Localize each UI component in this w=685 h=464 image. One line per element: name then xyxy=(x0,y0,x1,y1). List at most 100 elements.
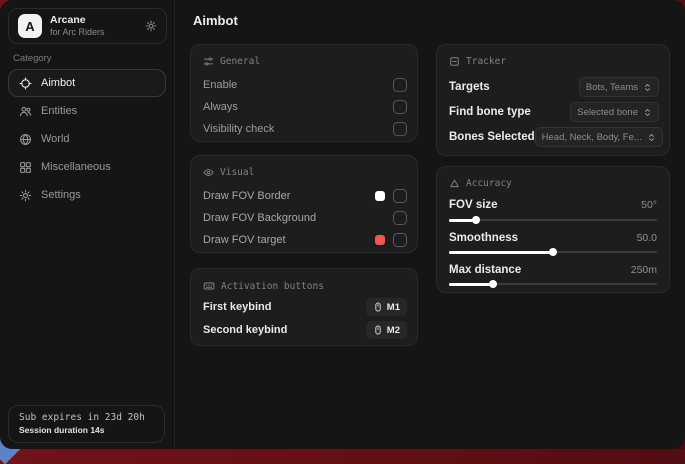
app-logo: A xyxy=(18,14,42,38)
fov-size-row: FOV size 50° xyxy=(449,198,657,212)
row-label: Draw FOV Background xyxy=(203,212,316,224)
desktop: { "app": { "logo_letter": "A", "name": "… xyxy=(0,0,685,449)
smoothness-row: Smoothness 50.0 xyxy=(449,231,657,245)
mouse-icon xyxy=(373,302,383,312)
row-label: Visibility check xyxy=(203,123,274,135)
second-keybind-button[interactable]: M2 xyxy=(366,321,407,339)
keybind-value: M1 xyxy=(387,302,400,313)
sidebar-item-label: World xyxy=(41,133,70,145)
app-name: Arcane xyxy=(50,14,105,27)
fov-target-checkbox[interactable] xyxy=(393,233,407,247)
scan-icon xyxy=(449,56,460,67)
sidebar-item-world[interactable]: World xyxy=(8,125,166,153)
app-window: A Arcane for Arc Riders Category xyxy=(0,0,685,449)
visibility-check-checkbox[interactable] xyxy=(393,122,407,136)
tracker-row-bones-selected: Bones Selected Head, Neck, Body, Fe... xyxy=(449,127,659,147)
visual-row-fov-background: Draw FOV Background xyxy=(203,210,407,226)
slider-thumb[interactable] xyxy=(549,248,557,256)
max-distance-value: 250m xyxy=(631,264,657,276)
general-section-header: General xyxy=(203,56,260,67)
settings-gear-icon[interactable] xyxy=(145,20,157,32)
fov-size-slider[interactable] xyxy=(449,216,657,224)
tracker-section-title: Tracker xyxy=(466,56,506,67)
page-title: Aimbot xyxy=(193,13,238,28)
row-label: Always xyxy=(203,101,238,113)
gear-icon xyxy=(19,189,32,202)
enable-checkbox[interactable] xyxy=(393,78,407,92)
general-section-card: General Enable Always Visibility check xyxy=(190,44,418,142)
sidebar-item-miscellaneous[interactable]: Miscellaneous xyxy=(8,153,166,181)
max-distance-row: Max distance 250m xyxy=(449,263,657,277)
eye-icon xyxy=(203,167,214,178)
visual-section-card: Visual Draw FOV Border Draw FOV Backgrou… xyxy=(190,155,418,253)
tracker-row-find-bone-type: Find bone type Selected bone xyxy=(449,102,659,122)
smoothness-slider[interactable] xyxy=(449,248,657,256)
slider-fill xyxy=(449,283,493,286)
session-duration-text: Session duration 14s xyxy=(19,425,154,435)
row-label: First keybind xyxy=(203,301,271,313)
app-logo-letter: A xyxy=(25,19,34,34)
activation-section-header: Activation buttons xyxy=(203,280,324,292)
always-checkbox[interactable] xyxy=(393,100,407,114)
slider-thumb[interactable] xyxy=(472,216,480,224)
row-label: FOV size xyxy=(449,199,498,211)
row-label: Bones Selected xyxy=(449,131,535,143)
subscription-info-card: Sub expires in 23d 20h Session duration … xyxy=(8,405,165,443)
select-value: Bots, Teams xyxy=(586,82,638,93)
activation-row-second-keybind: Second keybind M2 xyxy=(203,321,407,339)
accuracy-section-header: Accuracy xyxy=(449,178,512,189)
sidebar-item-entities[interactable]: Entities xyxy=(8,97,166,125)
slider-track[interactable] xyxy=(449,219,657,221)
general-section-title: General xyxy=(220,56,260,67)
sidebar-item-settings[interactable]: Settings xyxy=(8,181,166,209)
sidebar-item-aimbot[interactable]: Aimbot xyxy=(8,69,166,97)
fov-target-color-swatch[interactable] xyxy=(375,235,385,245)
visual-section-header: Visual xyxy=(203,167,254,178)
max-distance-slider[interactable] xyxy=(449,280,657,288)
category-label: Category xyxy=(13,53,52,64)
visual-section-title: Visual xyxy=(220,167,254,178)
tracker-row-targets: Targets Bots, Teams xyxy=(449,77,659,97)
sidebar-item-label: Aimbot xyxy=(41,77,75,89)
chevrons-up-down-icon xyxy=(643,108,652,117)
mouse-icon xyxy=(373,325,383,335)
fov-border-checkbox[interactable] xyxy=(393,189,407,203)
app-header-card: A Arcane for Arc Riders xyxy=(8,8,167,44)
activation-row-first-keybind: First keybind M1 xyxy=(203,298,407,316)
targets-select[interactable]: Bots, Teams xyxy=(579,77,659,97)
grid-icon xyxy=(19,161,32,174)
subscription-expiry-text: Sub expires in 23d 20h xyxy=(19,412,154,423)
fov-background-checkbox[interactable] xyxy=(393,211,407,225)
globe-icon xyxy=(19,133,32,146)
activation-section-card: Activation buttons First keybind M1 Seco… xyxy=(190,268,418,346)
find-bone-type-select[interactable]: Selected bone xyxy=(570,102,659,122)
accuracy-section-title: Accuracy xyxy=(466,178,512,189)
users-icon xyxy=(19,105,32,118)
sidebar-item-label: Settings xyxy=(41,189,81,201)
keyboard-icon xyxy=(203,280,215,292)
slider-thumb[interactable] xyxy=(489,280,497,288)
sidebar-nav: Aimbot Entities World xyxy=(8,69,166,209)
row-label: Enable xyxy=(203,79,237,91)
app-subtitle: for Arc Riders xyxy=(50,27,105,38)
row-label: Draw FOV target xyxy=(203,234,286,246)
keybind-value: M2 xyxy=(387,325,400,336)
general-row-always: Always xyxy=(203,99,407,115)
chevrons-up-down-icon xyxy=(647,133,656,142)
general-row-visibility-check: Visibility check xyxy=(203,121,407,137)
row-label: Targets xyxy=(449,81,490,93)
sliders-icon xyxy=(203,56,214,67)
first-keybind-button[interactable]: M1 xyxy=(366,298,407,316)
crosshair-icon xyxy=(19,77,32,90)
bones-selected-select[interactable]: Head, Neck, Body, Fe... xyxy=(535,127,663,147)
triangle-icon xyxy=(449,178,460,189)
smoothness-value: 50.0 xyxy=(637,232,657,244)
row-label: Find bone type xyxy=(449,106,531,118)
tracker-section-header: Tracker xyxy=(449,56,506,67)
row-label: Smoothness xyxy=(449,232,518,244)
chevrons-up-down-icon xyxy=(643,83,652,92)
general-row-enable: Enable xyxy=(203,77,407,93)
fov-border-color-swatch[interactable] xyxy=(375,191,385,201)
select-value: Selected bone xyxy=(577,107,638,118)
row-label: Max distance xyxy=(449,264,521,276)
